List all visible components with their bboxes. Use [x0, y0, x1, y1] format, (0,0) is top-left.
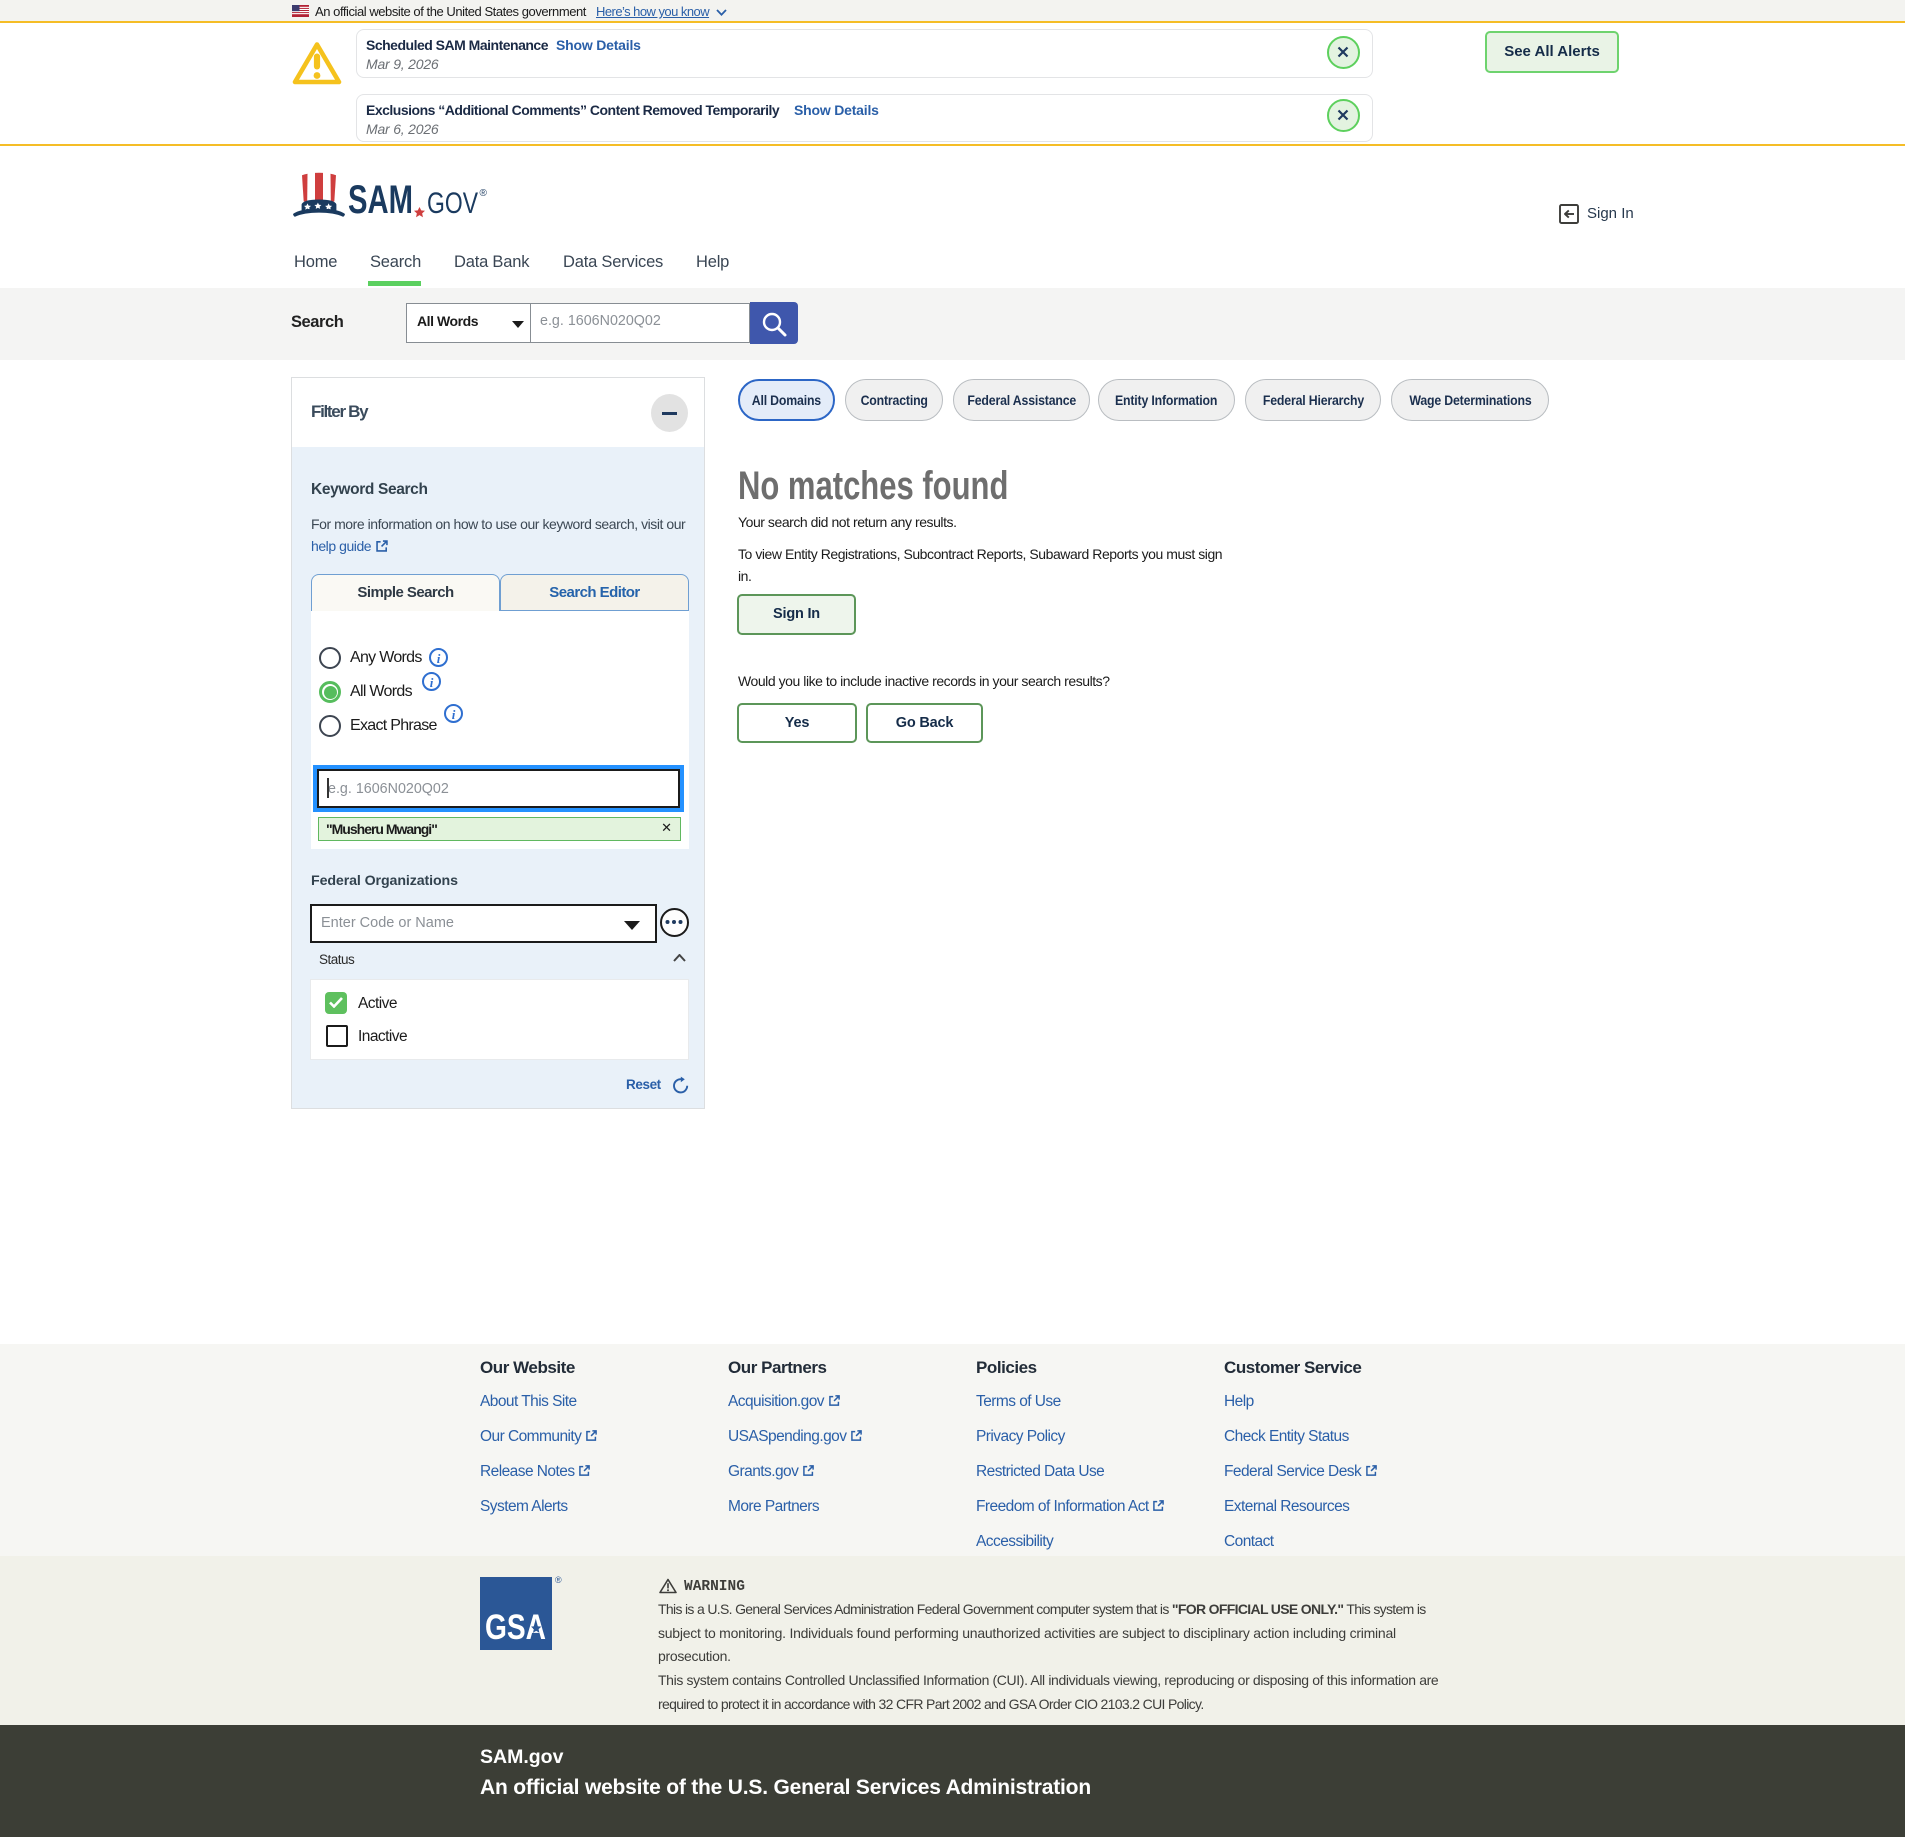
svg-text:®: ®	[480, 188, 488, 199]
svg-text:GOV: GOV	[427, 187, 478, 220]
svg-text:SAM: SAM	[348, 178, 413, 222]
